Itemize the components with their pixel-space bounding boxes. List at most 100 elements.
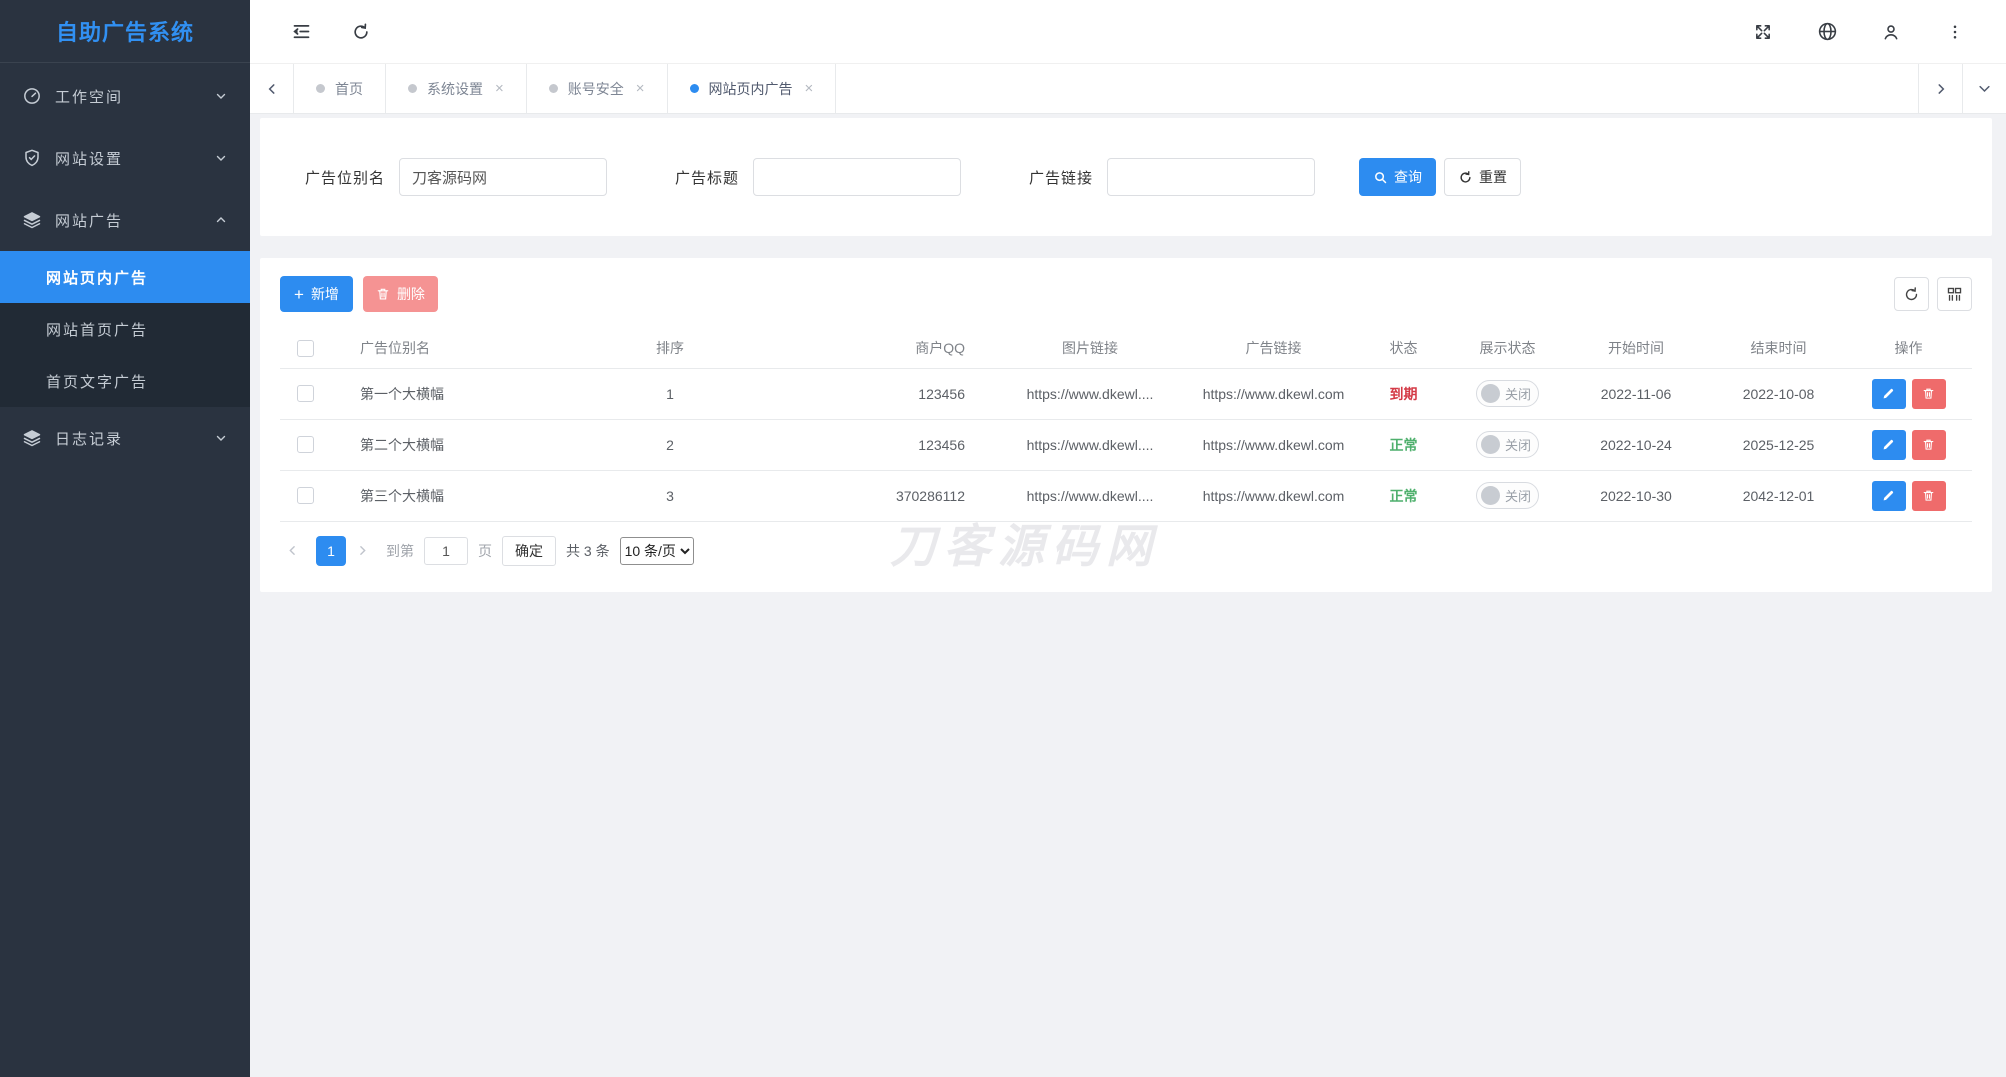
add-button[interactable]: + 新增 <box>280 276 353 312</box>
tabbar: 首页 系统设置 × 账号安全 × 网站页内广告 × <box>250 64 2006 114</box>
fullscreen-icon[interactable] <box>1752 21 1774 43</box>
per-page-select[interactable]: 10 条/页 <box>620 537 694 565</box>
refresh-icon[interactable] <box>350 21 372 43</box>
field-ad-link: 广告链接 <box>1029 158 1315 196</box>
ad-alias-input[interactable] <box>399 158 607 196</box>
sidebar-item-label: 网站设置 <box>55 148 123 169</box>
submenu-item-label: 首页文字广告 <box>46 371 148 392</box>
ad-title-input[interactable] <box>753 158 961 196</box>
table-toolbar: + 新增 删除 <box>280 276 1972 312</box>
cell-name: 第三个大横幅 <box>330 470 620 521</box>
sidebar-item-logs[interactable]: 日志记录 <box>0 407 250 469</box>
header-display: 展示状态 <box>1455 328 1560 368</box>
tab-dot <box>690 84 699 93</box>
sidebar-menu: 工作空间 网站设置 网站广告 <box>0 63 250 469</box>
select-all-checkbox[interactable] <box>297 340 314 357</box>
edit-button[interactable] <box>1872 430 1906 460</box>
sidebar-item-workspace[interactable]: 工作空间 <box>0 65 250 127</box>
status-badge: 到期 <box>1390 386 1418 402</box>
data-table-card: + 新增 删除 <box>260 258 1992 592</box>
toggle-label: 关闭 <box>1505 435 1531 454</box>
row-checkbox[interactable] <box>297 385 314 402</box>
reset-button[interactable]: 重置 <box>1444 158 1521 196</box>
tab-label: 网站页内广告 <box>709 79 793 99</box>
trash-icon <box>1922 387 1935 400</box>
tabs-menu-dropdown[interactable] <box>1962 64 2006 113</box>
header-start: 开始时间 <box>1560 328 1712 368</box>
delete-button[interactable]: 删除 <box>363 276 438 312</box>
search-form-card: 广告位别名 广告标题 广告链接 查询 <box>260 118 1992 236</box>
ads-table: 广告位别名 排序 商户QQ 图片链接 广告链接 状态 展示状态 开始时间 结束时… <box>280 328 1972 522</box>
table-row: 第三个大横幅 3 370286112 https://www.dkewl....… <box>280 470 1972 521</box>
more-kebab-icon[interactable] <box>1944 21 1966 43</box>
edit-button[interactable] <box>1872 481 1906 511</box>
field-ad-alias: 广告位别名 <box>305 158 607 196</box>
ad-link-input[interactable] <box>1107 158 1315 196</box>
display-toggle[interactable]: 关闭 <box>1476 431 1539 458</box>
sidebar-item-site-ads[interactable]: 网站广告 <box>0 189 250 251</box>
tab-close-icon[interactable]: × <box>805 80 814 97</box>
row-delete-button[interactable] <box>1912 481 1946 511</box>
header-end: 结束时间 <box>1712 328 1845 368</box>
ad-alias-label: 广告位别名 <box>305 167 385 188</box>
submenu-item-label: 网站首页广告 <box>46 319 148 340</box>
table-refresh-icon[interactable] <box>1894 277 1929 311</box>
cell-start-date: 2022-10-30 <box>1560 470 1712 521</box>
trash-icon <box>376 287 390 301</box>
pencil-icon <box>1882 438 1895 451</box>
submenu-item-label: 网站页内广告 <box>46 267 148 288</box>
chevron-up-icon <box>214 213 228 227</box>
app-window: 自助广告系统 工作空间 网站设置 <box>0 0 2006 1077</box>
row-delete-button[interactable] <box>1912 430 1946 460</box>
tab-close-icon[interactable]: × <box>495 80 504 97</box>
display-toggle[interactable]: 关闭 <box>1476 380 1539 407</box>
sidebar-item-label: 网站广告 <box>55 210 123 231</box>
header-qq: 商户QQ <box>720 328 985 368</box>
row-delete-button[interactable] <box>1912 379 1946 409</box>
sidebar-item-label: 日志记录 <box>55 428 123 449</box>
table-tools <box>1894 277 1972 311</box>
row-checkbox[interactable] <box>297 436 314 453</box>
row-checkbox[interactable] <box>297 487 314 504</box>
tabs-scroll-left[interactable] <box>250 64 294 113</box>
tab-home[interactable]: 首页 <box>294 64 386 113</box>
columns-settings-icon[interactable] <box>1937 277 1972 311</box>
topbar-right <box>1752 21 1966 43</box>
edit-button[interactable] <box>1872 379 1906 409</box>
sidebar-item-in-page-ads[interactable]: 网站页内广告 <box>0 251 250 303</box>
table-row: 第一个大横幅 1 123456 https://www.dkewl.... ht… <box>280 368 1972 419</box>
layers-icon <box>22 210 42 230</box>
user-icon[interactable] <box>1880 21 1902 43</box>
main-area: 首页 系统设置 × 账号安全 × 网站页内广告 × <box>250 0 2006 1077</box>
cell-order: 1 <box>620 368 720 419</box>
next-page-icon[interactable] <box>356 544 376 557</box>
app-logo-title: 自助广告系统 <box>0 0 250 63</box>
tab-close-icon[interactable]: × <box>636 80 645 97</box>
sidebar-submenu-ads: 网站页内广告 网站首页广告 首页文字广告 <box>0 251 250 407</box>
goto-page-input[interactable] <box>424 537 468 565</box>
goto-confirm-button[interactable]: 确定 <box>502 536 556 566</box>
globe-icon[interactable] <box>1816 21 1838 43</box>
reset-refresh-icon <box>1458 170 1473 185</box>
cell-img-link: https://www.dkewl.... <box>985 470 1195 521</box>
tabs-scroll-right[interactable] <box>1918 64 1962 113</box>
toggle-label: 关闭 <box>1505 384 1531 403</box>
menu-fold-icon[interactable] <box>290 21 312 43</box>
query-button[interactable]: 查询 <box>1359 158 1436 196</box>
tab-dot <box>549 84 558 93</box>
total-count: 共 3 条 <box>566 541 610 561</box>
tabbar-spacer <box>836 64 1918 113</box>
cell-ad-link: https://www.dkewl.com <box>1195 470 1352 521</box>
tab-in-page-ads[interactable]: 网站页内广告 × <box>668 64 837 113</box>
display-toggle[interactable]: 关闭 <box>1476 482 1539 509</box>
page-number-active[interactable]: 1 <box>316 536 346 566</box>
sidebar-item-homepage-text-ads[interactable]: 首页文字广告 <box>0 355 250 407</box>
prev-page-icon[interactable] <box>286 544 306 557</box>
tab-system-settings[interactable]: 系统设置 × <box>386 64 527 113</box>
cell-name: 第一个大横幅 <box>330 368 620 419</box>
tab-dot <box>408 84 417 93</box>
sidebar-item-site-settings[interactable]: 网站设置 <box>0 127 250 189</box>
toggle-label: 关闭 <box>1505 486 1531 505</box>
sidebar-item-homepage-ads[interactable]: 网站首页广告 <box>0 303 250 355</box>
tab-account-security[interactable]: 账号安全 × <box>527 64 668 113</box>
